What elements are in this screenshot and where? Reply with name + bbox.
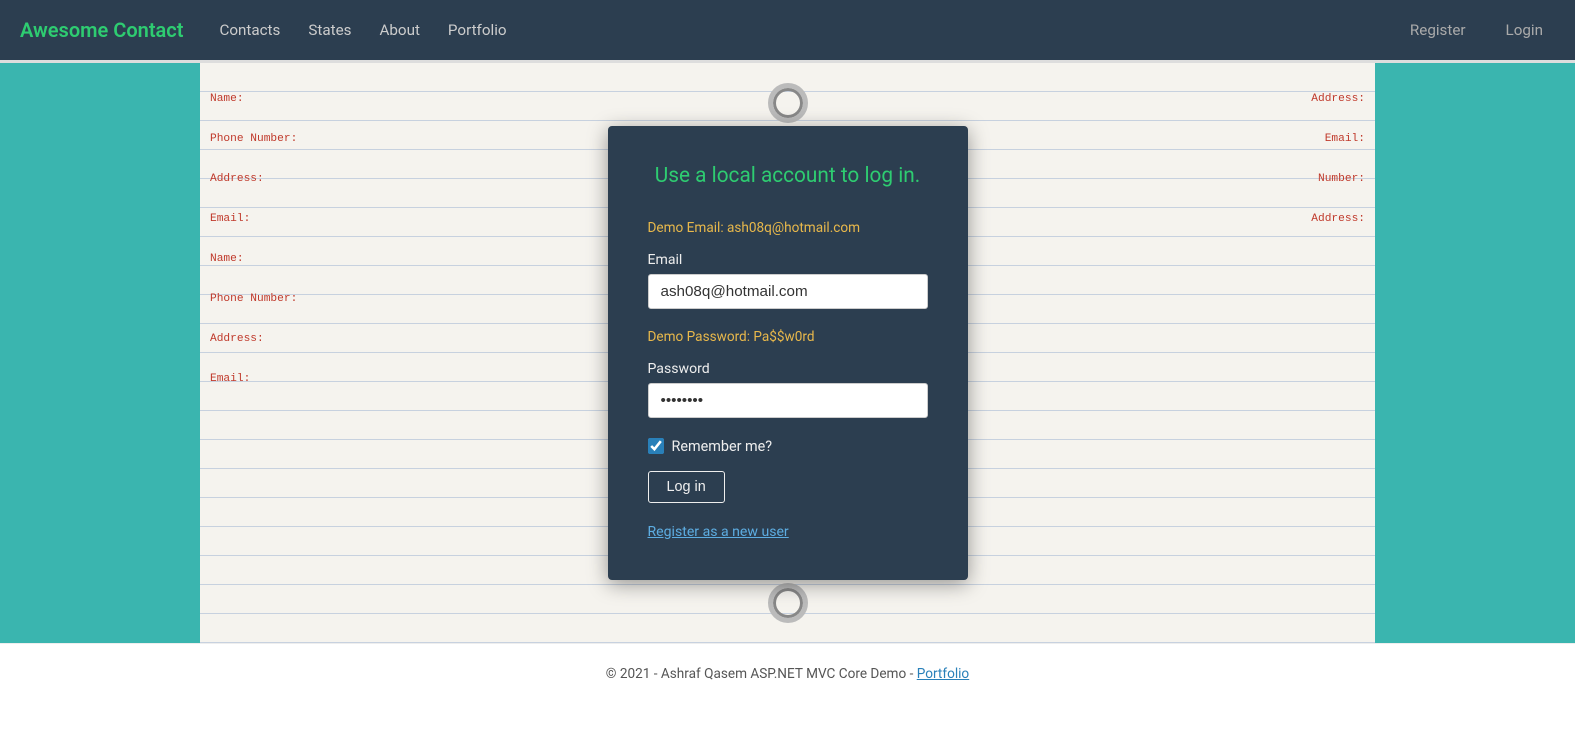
remember-label: Remember me? bbox=[672, 438, 773, 455]
nav-states[interactable]: States bbox=[296, 13, 363, 47]
remember-row: Remember me? bbox=[648, 438, 928, 455]
password-group: Password bbox=[648, 361, 928, 418]
email-label: Email bbox=[648, 252, 928, 268]
field-email-2: Email: bbox=[210, 373, 410, 385]
paper-fields-left: Name: Phone Number: Address: Email: Name… bbox=[210, 93, 410, 413]
binder-ring-bottom bbox=[768, 583, 808, 623]
field-email-1: Email: bbox=[210, 213, 410, 225]
nav-about[interactable]: About bbox=[367, 13, 431, 47]
footer: © 2021 - Ashraf Qasem ASP.NET MVC Core D… bbox=[0, 643, 1575, 704]
nav-contacts[interactable]: Contacts bbox=[207, 13, 292, 47]
field-address-r2: Address: bbox=[1165, 213, 1365, 225]
teal-right-panel bbox=[1375, 63, 1575, 643]
binder-ring-top bbox=[768, 83, 808, 123]
teal-left-panel bbox=[0, 63, 200, 643]
hero-section: Name: Phone Number: Address: Email: Name… bbox=[0, 63, 1575, 643]
email-input[interactable] bbox=[648, 274, 928, 309]
field-phone-2: Phone Number: bbox=[210, 293, 410, 305]
nav-links: Contacts States About Portfolio bbox=[207, 13, 1397, 47]
email-group: Email bbox=[648, 252, 928, 309]
brand-link[interactable]: Awesome Contact bbox=[20, 18, 183, 42]
register-link[interactable]: Register as a new user bbox=[648, 524, 789, 540]
login-title: Use a local account to log in. bbox=[648, 162, 928, 191]
field-name-1: Name: bbox=[210, 93, 410, 105]
nav-register[interactable]: Register bbox=[1398, 13, 1478, 47]
login-card: Use a local account to log in. Demo Emai… bbox=[608, 126, 968, 579]
nav-login[interactable]: Login bbox=[1494, 13, 1555, 47]
demo-password-info: Demo Password: Pa$$w0rd bbox=[648, 329, 928, 345]
field-address-r1: Address: bbox=[1165, 93, 1365, 105]
nav-auth: Register Login bbox=[1398, 13, 1555, 47]
remember-checkbox[interactable] bbox=[648, 438, 664, 454]
footer-portfolio-link[interactable]: Portfolio bbox=[917, 666, 969, 682]
field-phone-1: Phone Number: bbox=[210, 133, 410, 145]
password-input[interactable] bbox=[648, 383, 928, 418]
footer-text: © 2021 - Ashraf Qasem ASP.NET MVC Core D… bbox=[606, 666, 914, 682]
login-button[interactable]: Log in bbox=[648, 471, 725, 503]
field-name-2: Name: bbox=[210, 253, 410, 265]
paper-fields-right: Address: Email: Number: Address: bbox=[1165, 93, 1365, 253]
demo-password-label: Demo Password: Pa$$w0rd bbox=[648, 329, 928, 345]
navbar: Awesome Contact Contacts States About Po… bbox=[0, 0, 1575, 60]
password-label: Password bbox=[648, 361, 928, 377]
demo-email-info: Demo Email: ash08q@hotmail.com bbox=[648, 220, 928, 236]
demo-email-label: Demo Email: ash08q@hotmail.com bbox=[648, 220, 928, 236]
field-address-1: Address: bbox=[210, 173, 410, 185]
field-email-r1: Email: bbox=[1165, 133, 1365, 145]
nav-portfolio[interactable]: Portfolio bbox=[436, 13, 519, 47]
field-address-2: Address: bbox=[210, 333, 410, 345]
field-number-r1: Number: bbox=[1165, 173, 1365, 185]
